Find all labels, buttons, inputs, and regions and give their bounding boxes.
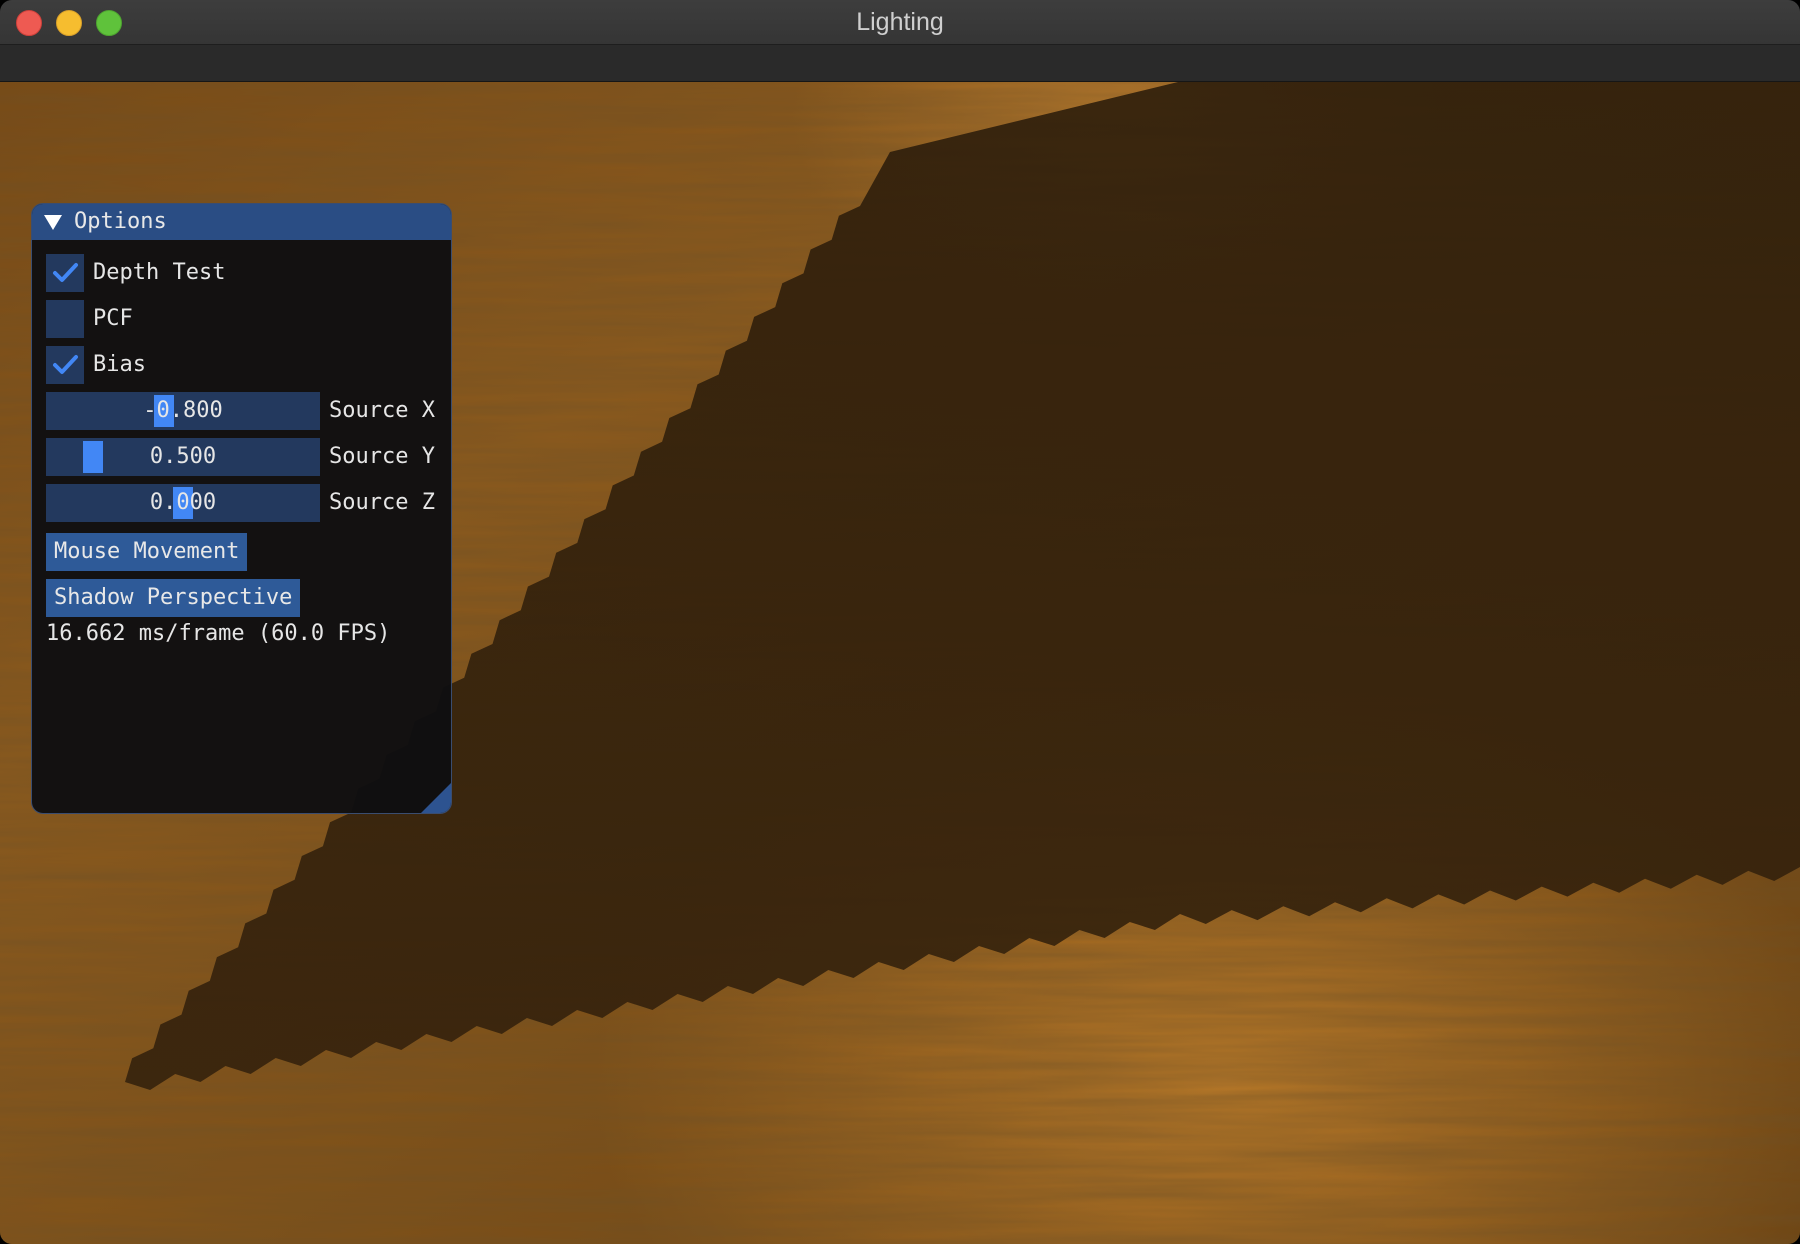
source-x-slider[interactable]: -0.800 [46,392,320,430]
pcf-label: PCF [93,306,133,331]
bias-label: Bias [93,352,146,377]
source-z-value: 0.000 [149,490,217,515]
bias-checkbox[interactable] [46,346,84,384]
triangle-down-icon[interactable] [44,215,62,230]
source-x-label: Source X [329,398,435,423]
panel-title: Options [74,209,167,234]
pcf-checkbox[interactable] [46,300,84,338]
title-bar[interactable]: Lighting [0,0,1800,45]
render-viewport[interactable]: Options Depth Test PCF Bias -0.800 Sourc… [0,82,1800,1244]
checkmark-icon [53,263,78,282]
app-window: Lighting Options Depth Test PCF Bias -0.… [0,0,1800,1244]
source-y-label: Source Y [329,444,435,469]
resize-grip[interactable] [421,783,451,813]
depth-test-checkbox[interactable] [46,254,84,292]
options-panel[interactable]: Options Depth Test PCF Bias -0.800 Sourc… [31,203,452,814]
shadow-perspective-button[interactable]: Shadow Perspective [46,579,301,617]
menu-bar [0,45,1800,82]
fps-readout: 16.662 ms/frame (60.0 FPS) [46,621,391,646]
depth-test-label: Depth Test [93,260,226,285]
source-y-slider[interactable]: 0.500 [46,438,320,476]
mouse-movement-button[interactable]: Mouse Movement [46,533,248,571]
checkmark-icon [53,355,78,374]
source-z-slider[interactable]: 0.000 [46,484,320,522]
source-x-value: -0.800 [143,398,223,423]
window-title: Lighting [856,8,944,36]
panel-header[interactable]: Options [32,204,451,240]
source-z-label: Source Z [329,490,435,515]
source-y-value: 0.500 [149,444,217,469]
